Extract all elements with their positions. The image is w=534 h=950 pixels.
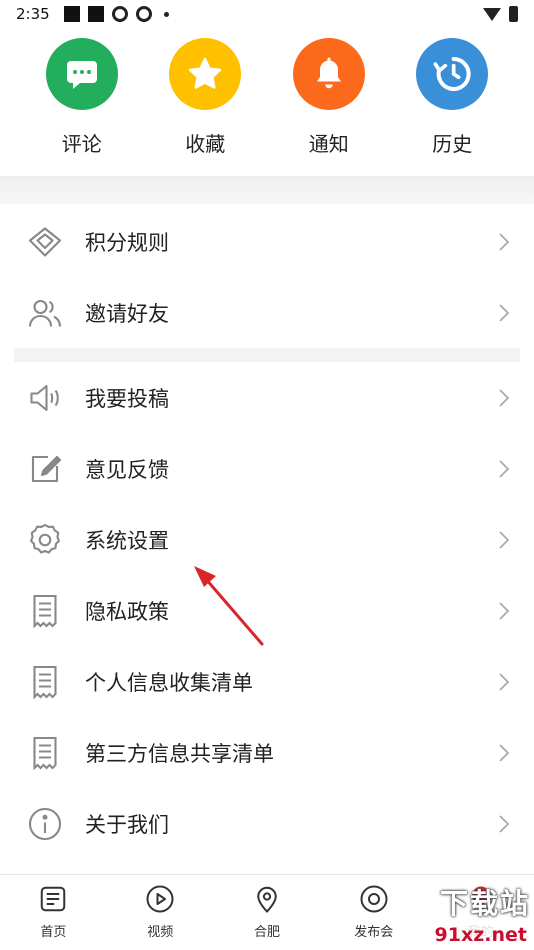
watermark-url: 91xz.net (431, 924, 530, 946)
tab-home[interactable]: 首页 (0, 875, 107, 950)
watermark: 下载站 91xz.net (356, 878, 534, 950)
tab-video[interactable]: 视频 (107, 875, 214, 950)
tab-label: 首页 (40, 925, 67, 940)
home-icon (37, 883, 69, 915)
annotation-arrow (194, 566, 264, 646)
location-icon (251, 883, 283, 915)
tab-label: 视频 (147, 925, 174, 940)
watermark-text: 下载站 (439, 887, 530, 920)
video-icon (144, 883, 176, 915)
tab-hefei[interactable]: 合肥 (214, 875, 321, 950)
tab-label: 合肥 (253, 925, 280, 940)
